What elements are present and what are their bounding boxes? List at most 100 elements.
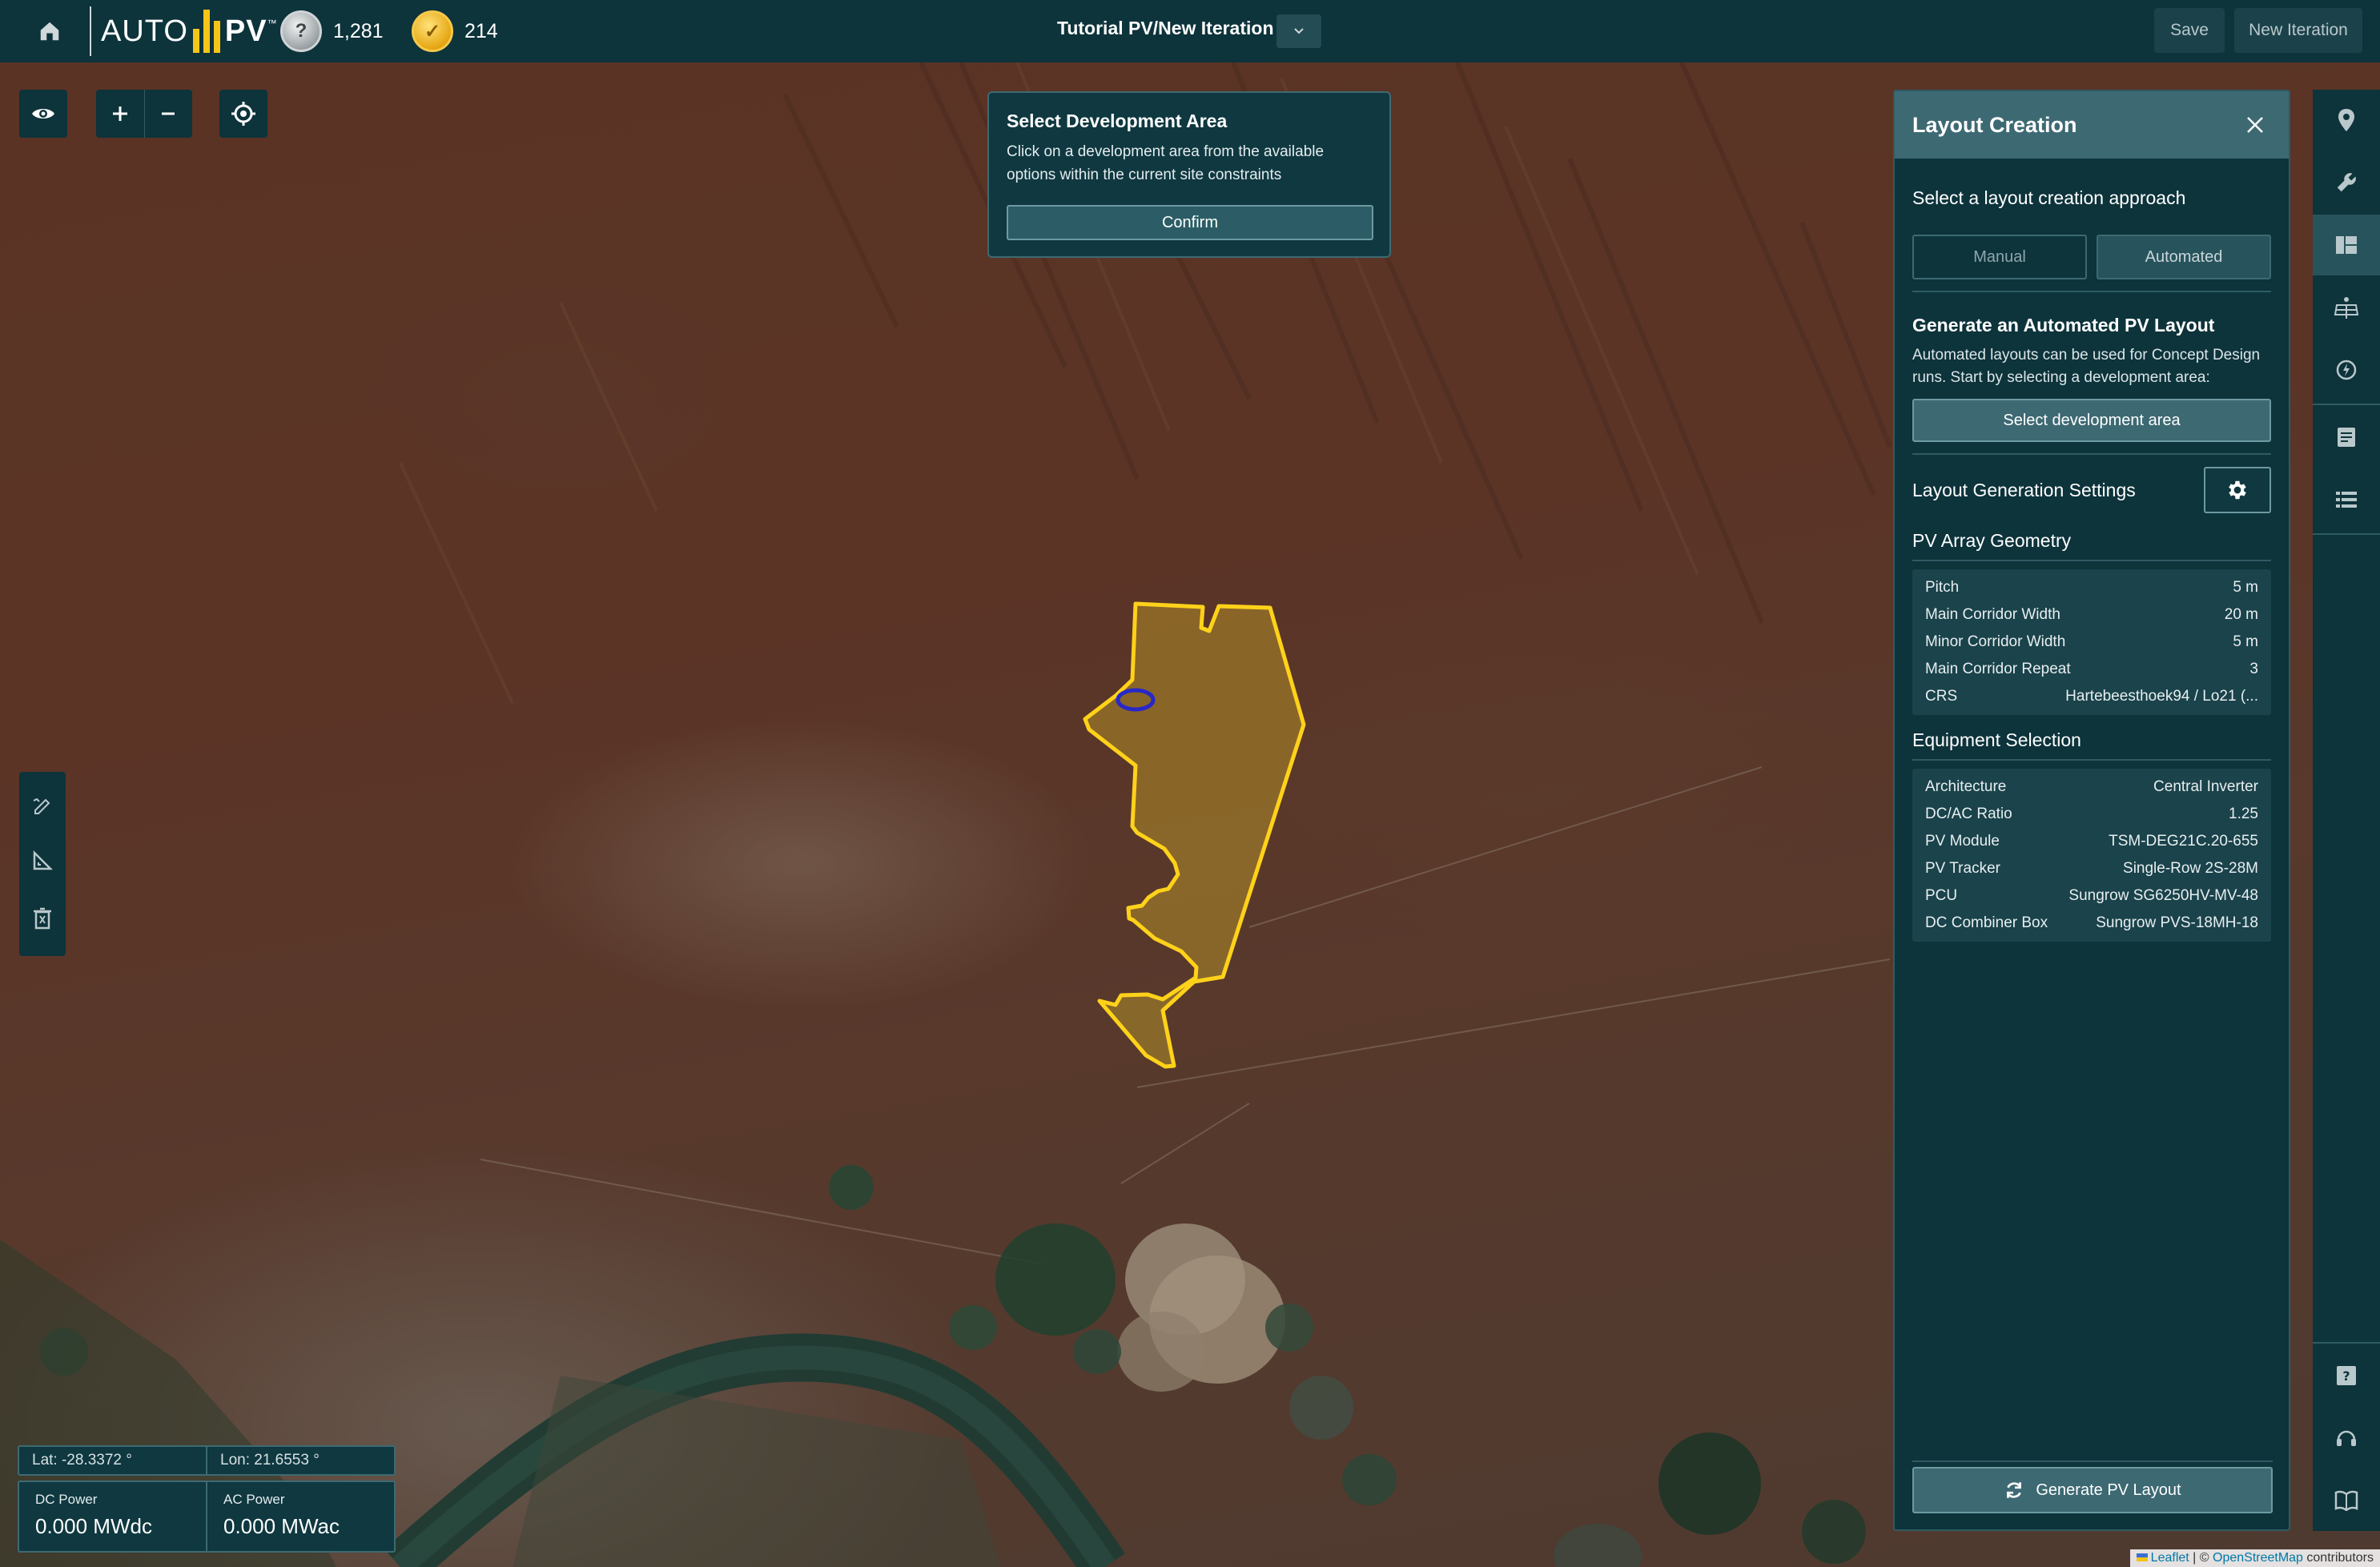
solar-panel-icon: [2334, 297, 2359, 319]
list-icon: [2336, 492, 2357, 508]
equipment-value: Central Inverter: [2153, 778, 2258, 795]
gear-icon: [2229, 480, 2246, 500]
generate-description: Automated layouts can be used for Concep…: [1912, 347, 2261, 386]
geometry-key: Pitch: [1925, 579, 1960, 596]
ac-power: AC Power 0.000 MWac: [207, 1482, 394, 1551]
equipment-key: PV Tracker: [1925, 860, 2000, 877]
silver-credits[interactable]: ? 1,281: [280, 10, 384, 53]
approach-title: Select a layout creation approach: [1912, 187, 2186, 208]
help-icon: ?: [2337, 1366, 2356, 1385]
dashboard-icon: [2336, 236, 2357, 254]
trash-icon: [34, 907, 51, 930]
equipment-key: DC/AC Ratio: [1925, 806, 2012, 822]
equipment-key: DC Combiner Box: [1925, 914, 2048, 931]
settings-button[interactable]: [2204, 467, 2271, 513]
divider: [1912, 560, 2271, 561]
equipment-row: DC Combiner Box Sungrow PVS-18MH-18: [1925, 910, 2258, 937]
equipment-row: PCU Sungrow SG6250HV-MV-48: [1925, 882, 2258, 910]
sidebar-separator: [2313, 404, 2380, 405]
panel-header: Layout Creation: [1895, 91, 2289, 159]
sidebar-list[interactable]: [2313, 469, 2380, 530]
zoom-in-button[interactable]: [96, 90, 145, 138]
draw-toolbar: [19, 772, 66, 956]
eye-icon: [32, 109, 54, 119]
sidebar-energy[interactable]: [2313, 340, 2380, 400]
logo-tm: ™: [267, 18, 278, 29]
logo-pv: PV: [224, 14, 267, 48]
silver-coin-icon: ?: [280, 10, 322, 52]
sidebar-solar[interactable]: [2313, 277, 2380, 338]
headset-icon: [2337, 1430, 2356, 1446]
geometry-row: Main Corridor Width 20 m: [1925, 601, 2258, 629]
geometry-value: 5 m: [2233, 633, 2258, 650]
equipment-row: Architecture Central Inverter: [1925, 773, 2258, 801]
sidebar-tools[interactable]: [2313, 152, 2380, 213]
layout-creation-panel: Layout Creation Select a layout creation…: [1893, 90, 2290, 1531]
ac-power-value: 0.000 MWac: [223, 1514, 340, 1538]
geometry-value: 3: [2249, 661, 2258, 677]
select-area-popup: Select Development Area Click on a devel…: [987, 91, 1391, 258]
sidebar-layout[interactable]: [2313, 215, 2380, 275]
leaflet-flag-icon: [2136, 1553, 2148, 1561]
confirm-button[interactable]: Confirm: [1007, 205, 1373, 240]
map-pin-icon: [2338, 109, 2354, 131]
generate-pv-layout-button[interactable]: Generate PV Layout: [1912, 1467, 2273, 1513]
geometry-table: Pitch 5 m Main Corridor Width 20 m Minor C…: [1912, 569, 2271, 715]
geometry-key: Main Corridor Width: [1925, 606, 2060, 623]
energy-cycle-icon: [2336, 360, 2357, 380]
select-development-area-button[interactable]: Select development area: [1912, 399, 2271, 442]
geometry-value: 20 m: [2224, 606, 2258, 623]
sidebar-help[interactable]: ?: [2313, 1345, 2380, 1406]
ruler-triangle-icon: [33, 850, 54, 870]
project-dropdown-button[interactable]: [1276, 14, 1321, 48]
close-icon: [2247, 117, 2263, 133]
edit-pen-icon: [33, 798, 50, 814]
geometry-row: Minor Corridor Width 5 m: [1925, 629, 2258, 656]
sidebar-docs[interactable]: [2313, 1470, 2380, 1531]
delete-tool-button[interactable]: [33, 907, 52, 934]
divider: [1912, 759, 2271, 761]
gold-credits-count: 214: [464, 19, 498, 42]
autopv-logo[interactable]: AUTO PV ™: [101, 8, 278, 54]
layer-visibility-button[interactable]: [19, 90, 67, 138]
draw-tool-button[interactable]: [32, 794, 53, 819]
sidebar-support[interactable]: [2313, 1408, 2380, 1469]
project-title: Tutorial PV/New Iteration: [1057, 18, 1274, 38]
equipment-value: Single-Row 2S-28M: [2123, 860, 2258, 877]
map-attribution: Leaflet | © OpenStreetMap contributors: [2129, 1549, 2380, 1567]
svg-text:?: ?: [2342, 1368, 2350, 1384]
settings-title: Layout Generation Settings: [1912, 479, 2136, 500]
locate-button[interactable]: [219, 90, 267, 138]
ac-power-label: AC Power: [223, 1492, 285, 1507]
plus-icon: [112, 106, 127, 121]
silver-credits-count: 1,281: [333, 19, 384, 42]
book-icon: [2334, 1490, 2358, 1511]
minus-icon: [162, 112, 175, 115]
equipment-key: Architecture: [1925, 778, 2007, 795]
osm-link[interactable]: OpenStreetMap: [2213, 1551, 2303, 1565]
equipment-value: 1.25: [2229, 806, 2258, 822]
equipment-row: PV Module TSM-DEG21C.20-655: [1925, 828, 2258, 855]
home-button[interactable]: [32, 14, 67, 48]
logo-bars: [192, 10, 220, 53]
new-iteration-button[interactable]: New Iteration: [2234, 8, 2362, 53]
leaflet-link[interactable]: Leaflet: [2151, 1551, 2189, 1565]
close-panel-button[interactable]: [2241, 110, 2269, 139]
equipment-value: Sungrow PVS-18MH-18: [2096, 914, 2258, 931]
divider: [1912, 453, 2271, 455]
measure-tool-button[interactable]: [32, 850, 54, 875]
document-icon: [2338, 428, 2355, 447]
attribution-tail: contributors: [2302, 1551, 2374, 1565]
geometry-key: CRS: [1925, 688, 1958, 705]
manual-button[interactable]: Manual: [1912, 235, 2087, 279]
automated-button[interactable]: Automated: [2097, 235, 2271, 279]
topbar-divider: [90, 6, 91, 56]
development-area-polygon[interactable]: [1083, 601, 1306, 1069]
zoom-out-button[interactable]: [145, 90, 193, 138]
gold-credits[interactable]: ✓ 214: [412, 10, 498, 53]
save-button[interactable]: Save: [2154, 8, 2225, 53]
sidebar-report[interactable]: [2313, 407, 2380, 468]
geometry-value: Hartebeesthoek94 / Lo21 (...: [2065, 688, 2258, 705]
sidebar-site[interactable]: [2313, 90, 2380, 151]
equipment-row: PV Tracker Single-Row 2S-28M: [1925, 855, 2258, 882]
